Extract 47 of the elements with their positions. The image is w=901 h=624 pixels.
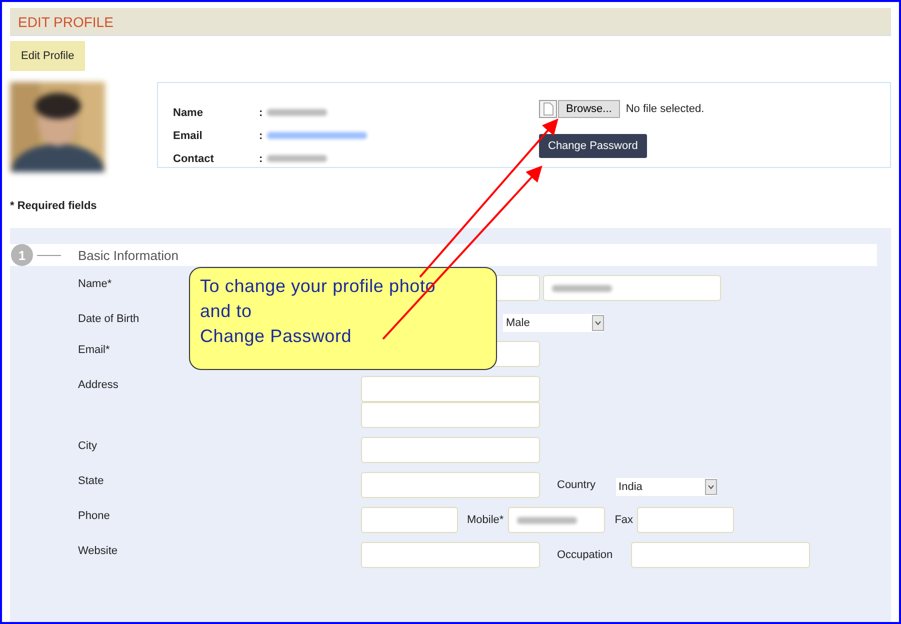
file-status: No file selected. bbox=[626, 103, 704, 115]
browse-button[interactable]: Browse... bbox=[558, 100, 620, 118]
input-field[interactable] bbox=[637, 507, 734, 533]
blurred-value bbox=[266, 155, 327, 162]
select-field[interactable]: India bbox=[616, 478, 717, 496]
field-separator: : bbox=[259, 152, 263, 164]
field-label: Country bbox=[557, 479, 596, 491]
field-separator: : bbox=[259, 130, 263, 142]
input-field[interactable] bbox=[361, 542, 540, 568]
field-label: City bbox=[78, 440, 97, 452]
input-field[interactable] bbox=[361, 376, 540, 402]
input-field[interactable] bbox=[361, 507, 458, 533]
caret-icon bbox=[592, 315, 604, 331]
field-label: Contact bbox=[173, 152, 215, 164]
blurred-value bbox=[516, 516, 577, 524]
field-label: Name* bbox=[78, 278, 112, 290]
field-label: Phone bbox=[78, 510, 110, 522]
callout-text: and to bbox=[200, 300, 252, 323]
input-field[interactable] bbox=[508, 507, 605, 533]
blurred-value bbox=[266, 109, 327, 116]
change-password-button[interactable]: Change Password bbox=[539, 134, 647, 158]
select-field[interactable]: Male bbox=[503, 314, 604, 332]
field-label: Address bbox=[78, 379, 118, 391]
required-note: * Required fields bbox=[10, 200, 98, 212]
input-field[interactable] bbox=[361, 402, 540, 428]
blurred-value bbox=[552, 284, 612, 292]
field-label: Date of Birth bbox=[78, 313, 140, 325]
section-title: Basic Information bbox=[78, 248, 178, 262]
field-label: Occupation bbox=[557, 549, 613, 561]
field-separator: : bbox=[259, 106, 263, 118]
field-label: Fax bbox=[614, 514, 634, 526]
input-field[interactable] bbox=[361, 472, 540, 498]
field-label: Website bbox=[78, 545, 118, 557]
file-icon bbox=[539, 100, 557, 118]
field-label: State bbox=[78, 475, 104, 487]
input-field[interactable] bbox=[543, 275, 721, 301]
input-field[interactable] bbox=[361, 437, 540, 463]
callout-text: Change Password bbox=[200, 325, 352, 348]
field-label: Mobile* bbox=[467, 514, 504, 526]
caret-icon bbox=[704, 479, 717, 495]
edit-profile-tab[interactable]: Edit Profile bbox=[10, 41, 86, 71]
field-label: Name bbox=[173, 106, 204, 118]
page-title: EDIT PROFILE bbox=[18, 14, 114, 30]
field-label: Email bbox=[173, 130, 204, 142]
field-label: Email* bbox=[78, 344, 110, 356]
step-number: 1 bbox=[11, 244, 33, 266]
input-field[interactable] bbox=[630, 542, 810, 568]
